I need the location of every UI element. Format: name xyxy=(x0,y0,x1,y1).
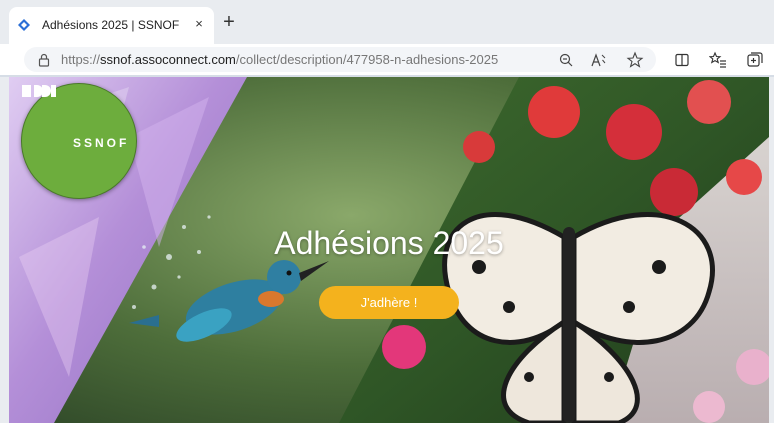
new-tab-icon[interactable]: + xyxy=(220,12,238,32)
browser-toolbar: https://ssnof.assoconnect.com/collect/de… xyxy=(0,44,774,75)
collections-icon[interactable] xyxy=(744,49,766,71)
ssnof-logo[interactable]: SSNOF xyxy=(21,83,137,199)
ssnof-logo-mark-icon xyxy=(22,85,56,97)
join-button[interactable]: J'adhère ! xyxy=(319,286,459,319)
hero-banner: SSNOF Adhésions 2025 J'adhère ! xyxy=(9,77,769,423)
url-host: ssnof.assoconnect.com xyxy=(100,52,236,67)
url-path: /collect/description/477958-n-adhesions-… xyxy=(235,52,499,67)
favorites-list-icon[interactable] xyxy=(707,49,729,71)
url-prefix: https:// xyxy=(61,52,101,67)
url-text[interactable]: https://ssnof.assoconnect.com/collect/de… xyxy=(61,52,498,67)
address-bar[interactable]: https://ssnof.assoconnect.com/collect/de… xyxy=(24,47,656,72)
favicon-icon xyxy=(18,19,30,31)
tab-strip: Adhésions 2025 | SSNOF × + xyxy=(0,0,774,44)
zoom-out-icon[interactable] xyxy=(556,50,576,70)
close-tab-icon[interactable]: × xyxy=(192,16,206,32)
read-aloud-icon[interactable] xyxy=(589,50,609,70)
lock-icon[interactable] xyxy=(36,52,52,68)
logo-text: SSNOF xyxy=(73,136,130,150)
page-title: Adhésions 2025 xyxy=(274,225,504,261)
favorite-icon[interactable] xyxy=(625,50,645,70)
split-screen-icon[interactable] xyxy=(671,49,693,71)
browser-tab[interactable]: Adhésions 2025 | SSNOF × xyxy=(9,7,214,44)
tab-title: Adhésions 2025 | SSNOF xyxy=(42,18,180,32)
